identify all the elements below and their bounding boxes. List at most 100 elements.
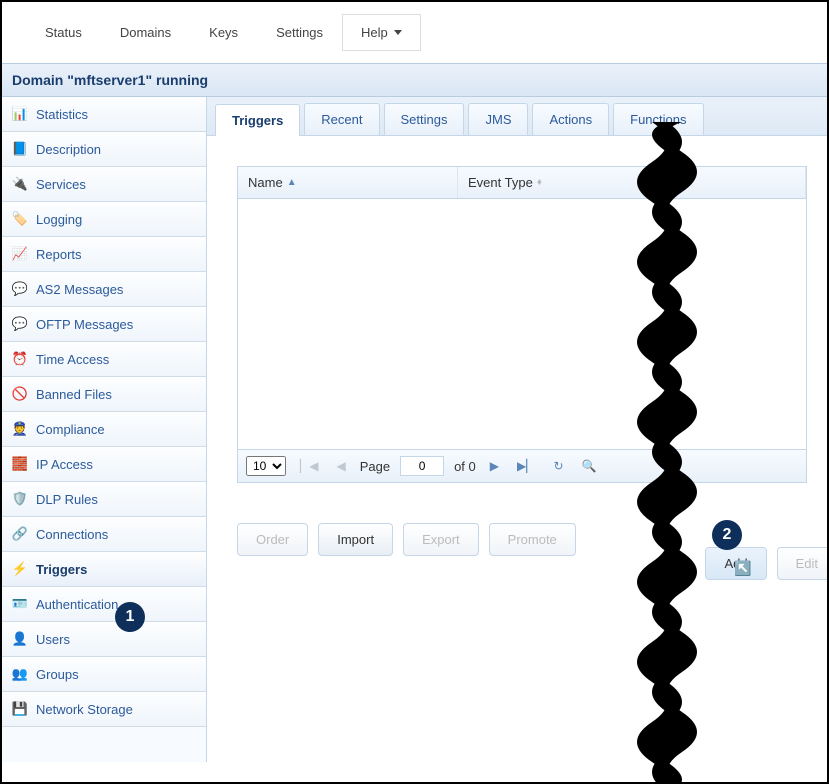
oftp-messages-icon: 💬 [12,316,28,332]
sidebar-item-label: Compliance [36,422,105,437]
sidebar-item-compliance[interactable]: 👮 Compliance [2,412,206,447]
pager-next-icon[interactable]: ▶ [486,459,503,473]
sidebar-item-label: Reports [36,247,82,262]
pager-last-icon[interactable]: ▶▏ [513,459,539,473]
groups-icon: 👥 [12,666,28,682]
pager-search-icon[interactable]: 🔍 [578,459,601,473]
sort-neutral-icon: ♦ [537,177,542,188]
export-button[interactable]: Export [403,523,479,556]
pager-prev-icon[interactable]: ◀ [332,459,349,473]
as2-messages-icon: 💬 [12,281,28,297]
sidebar-item-label: Triggers [36,562,87,577]
sidebar-item-label: Description [36,142,101,157]
triggers-panel: Name ▲ Event Type ♦ 10 ▏◀ [207,136,827,576]
triggers-grid: Name ▲ Event Type ♦ 10 ▏◀ [237,166,807,483]
sidebar-item-label: Services [36,177,86,192]
triggers-icon: ⚡ [12,561,28,577]
sidebar-item-services[interactable]: 🔌 Services [2,167,206,202]
sidebar-item-label: Network Storage [36,702,133,717]
compliance-icon: 👮 [12,421,28,437]
tab-actions[interactable]: Actions [532,103,609,135]
sidebar-item-network-storage[interactable]: 💾 Network Storage [2,692,206,727]
cursor-icon: ↖️ [734,560,751,577]
tab-recent[interactable]: Recent [304,103,379,135]
sidebar-item-connections[interactable]: 🔗 Connections [2,517,206,552]
column-event-type[interactable]: Event Type ♦ [458,167,806,198]
pager-refresh-icon[interactable]: ↻ [549,459,567,473]
content-area: TriggersRecentSettingsJMSActionsFunction… [207,97,827,762]
sidebar-item-label: Authentication [36,597,118,612]
column-name-label: Name [248,175,283,190]
grid-header: Name ▲ Event Type ♦ [238,167,806,199]
sidebar-item-groups[interactable]: 👥Groups [2,657,206,692]
nav-keys[interactable]: Keys [190,14,257,51]
callout-1: 1 [115,602,145,632]
nav-help-label: Help [361,25,388,40]
sidebar-item-label: Logging [36,212,82,227]
torn-edge-decoration [637,122,697,784]
sidebar-item-label: DLP Rules [36,492,98,507]
top-nav: Status Domains Keys Settings Help [2,2,827,63]
tab-settings[interactable]: Settings [384,103,465,135]
pager-page-label: Page [360,459,390,474]
sidebar-item-oftp-messages[interactable]: 💬 OFTP Messages [2,307,206,342]
tab-triggers[interactable]: Triggers [215,104,300,136]
authentication-icon: 🪪 [12,596,28,612]
description-icon: 📘 [12,141,28,157]
time-access-icon: ⏰ [12,351,28,367]
sidebar-item-description[interactable]: 📘 Description [2,132,206,167]
sidebar-item-as2-messages[interactable]: 💬 AS2 Messages [2,272,206,307]
page-size-select[interactable]: 10 [246,456,286,476]
grid-pager: 10 ▏◀ ◀ Page of 0 ▶ ▶▏ ↻ 🔍 [238,449,806,482]
sidebar-item-authentication[interactable]: 🪪 Authentication [2,587,206,622]
column-name[interactable]: Name ▲ [238,167,458,198]
pager-page-input[interactable] [400,456,444,476]
sidebar-item-time-access[interactable]: ⏰ Time Access [2,342,206,377]
sidebar-item-ip-access[interactable]: 🧱 IP Access [2,447,206,482]
sidebar-item-label: Banned Files [36,387,112,402]
sidebar-item-label: Time Access [36,352,109,367]
sidebar-item-banned-files[interactable]: 🚫 Banned Files [2,377,206,412]
import-button[interactable]: Import [318,523,393,556]
sidebar-item-label: Connections [36,527,108,542]
services-icon: 🔌 [12,176,28,192]
grid-body [238,199,806,449]
nav-settings[interactable]: Settings [257,14,342,51]
users-icon: 👤 [12,631,28,647]
sort-asc-icon: ▲ [287,177,297,188]
sidebar-item-users[interactable]: 👤 Users [2,622,206,657]
nav-domains[interactable]: Domains [101,14,190,51]
pager-of-label: of 0 [454,459,476,474]
statistics-icon: 📊 [12,106,28,122]
banned-files-icon: 🚫 [12,386,28,402]
domain-status-bar: Domain "mftserver1" running [2,63,827,97]
sidebar-item-reports[interactable]: 📈 Reports [2,237,206,272]
callout-2: 2 [712,520,742,550]
sidebar-item-label: OFTP Messages [36,317,133,332]
logging-icon: 🏷️ [12,211,28,227]
caret-down-icon [394,30,402,35]
sidebar-item-label: AS2 Messages [36,282,123,297]
sidebar-item-label: Statistics [36,107,88,122]
ip-access-icon: 🧱 [12,456,28,472]
sidebar-item-logging[interactable]: 🏷️ Logging [2,202,206,237]
edit-button[interactable]: Edit [777,547,829,580]
sidebar-item-triggers[interactable]: ⚡ Triggers [2,552,206,587]
connections-icon: 🔗 [12,526,28,542]
sidebar-item-dlp-rules[interactable]: 🛡️ DLP Rules [2,482,206,517]
promote-button[interactable]: Promote [489,523,576,556]
nav-help[interactable]: Help [342,14,421,51]
network-storage-icon: 💾 [12,701,28,717]
column-event-label: Event Type [468,175,533,190]
pager-first-icon[interactable]: ▏◀ [296,459,322,473]
tab-jms[interactable]: JMS [468,103,528,135]
reports-icon: 📈 [12,246,28,262]
tab-bar: TriggersRecentSettingsJMSActionsFunction… [207,97,827,136]
sidebar-item-label: IP Access [36,457,93,472]
dlp-rules-icon: 🛡️ [12,491,28,507]
sidebar: 📊 Statistics 📘 Description 🔌 Services 🏷️ Loggin… [2,97,207,762]
sidebar-item-statistics[interactable]: 📊 Statistics [2,97,206,132]
nav-status[interactable]: Status [26,14,101,51]
order-button[interactable]: Order [237,523,308,556]
sidebar-item-label: Users [36,632,70,647]
